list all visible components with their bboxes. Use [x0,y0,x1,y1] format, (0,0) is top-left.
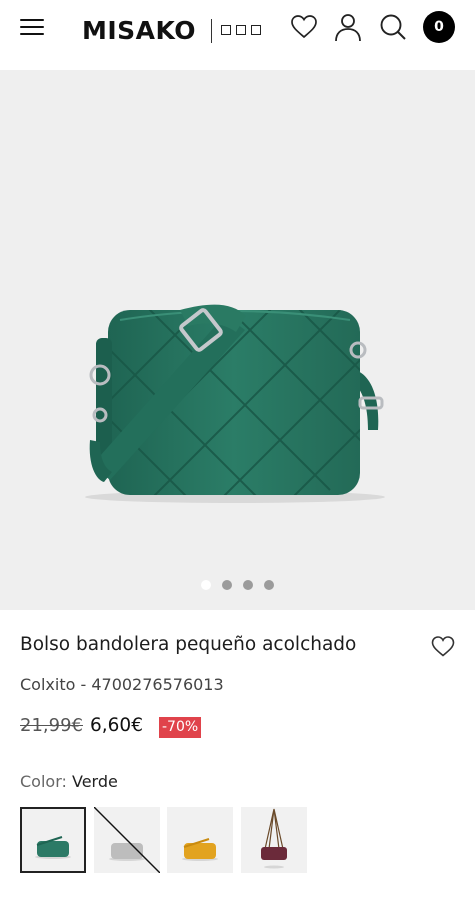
cart-button[interactable]: 0 [423,11,455,43]
gallery-pagination [0,580,475,592]
swatch-thumbnail [261,808,287,869]
product-title: Bolso bandolera pequeño acolchado [20,634,357,655]
original-price: 21,99€ [20,715,83,736]
gallery-dot[interactable] [222,580,232,590]
heart-icon[interactable] [289,12,319,42]
gallery-dot[interactable] [243,580,253,590]
language-glyph-icon [221,25,231,35]
color-label: Color: Verde [20,772,118,791]
language-glyph-icon [236,25,246,35]
logo-divider [211,19,212,43]
product-image [85,304,385,503]
color-swatch-mustard[interactable] [167,807,233,873]
color-swatch-grey-unavailable[interactable] [94,807,160,873]
swatch-thumbnail [94,807,160,873]
header: MISAKO 0 [0,0,475,70]
search-icon[interactable] [378,12,408,42]
product-gallery[interactable] [0,70,475,610]
sale-price: 6,60€ [90,715,143,736]
brand-logo[interactable]: MISAKO [82,16,196,45]
gallery-dot[interactable] [264,580,274,590]
swatch-thumbnail [182,838,218,861]
gallery-dot[interactable] [201,580,211,590]
selected-color-value: Verde [71,772,118,791]
language-glyph-icon [251,25,261,35]
add-to-wishlist-heart-icon[interactable] [430,634,456,658]
user-icon[interactable] [333,12,363,42]
discount-badge: -70% [159,717,202,738]
color-swatch-green[interactable] [20,807,86,873]
menu-icon[interactable] [20,18,44,38]
swatch-thumbnail [35,836,71,859]
product-reference: Colxito - 4700276576013 [20,675,224,694]
color-swatch-burgundy[interactable] [241,807,307,873]
